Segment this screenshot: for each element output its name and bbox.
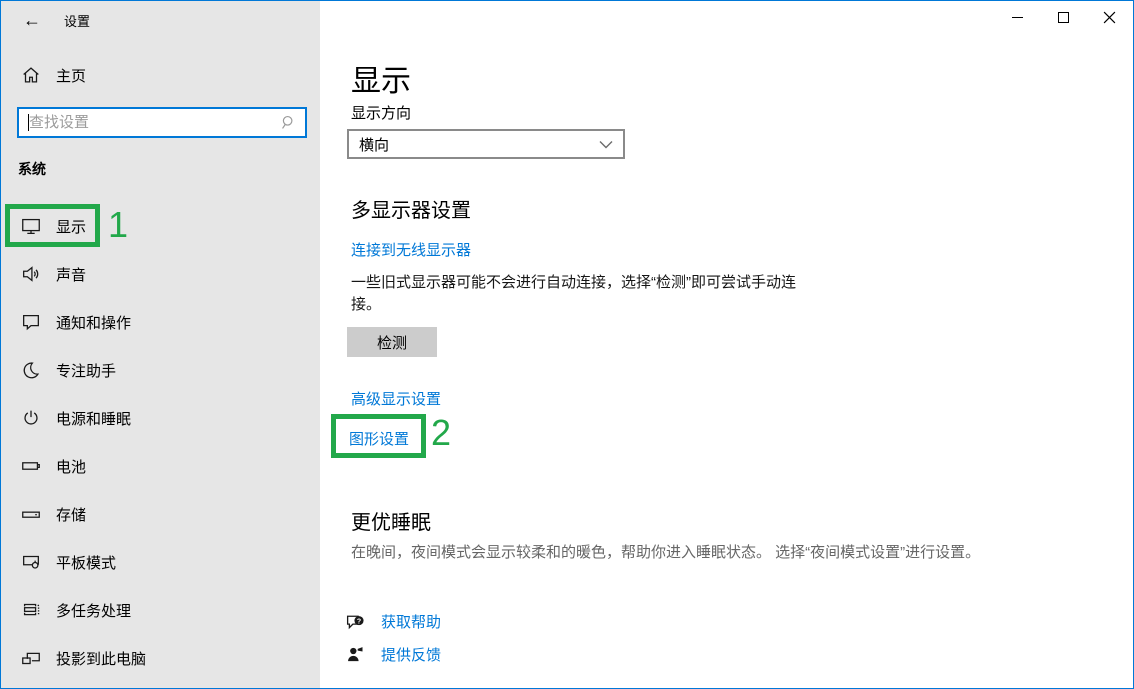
multi-display-heading: 多显示器设置	[351, 194, 471, 223]
detect-button[interactable]: 检测	[347, 327, 437, 357]
help-bubble-icon: ?	[345, 611, 366, 632]
sidebar-item-label: 多任务处理	[56, 600, 131, 621]
multitasking-icon	[20, 599, 42, 621]
page-title: 显示	[351, 56, 411, 100]
sidebar-item-label: 显示	[56, 216, 86, 237]
search-icon[interactable]	[280, 114, 297, 131]
close-icon	[1103, 11, 1116, 24]
sidebar: ← 设置 主页 系统	[1, 1, 320, 688]
night-light-heading: 更优睡眠	[351, 506, 431, 535]
display-icon	[20, 215, 42, 237]
feedback-label: 提供反馈	[381, 644, 441, 665]
sidebar-item-home[interactable]: 主页	[1, 59, 320, 91]
notifications-icon	[20, 311, 42, 333]
back-button[interactable]: ←	[15, 7, 49, 33]
sidebar-item-label: 专注助手	[56, 360, 116, 381]
feedback-person-icon	[345, 644, 366, 665]
sidebar-item-project-to-pc[interactable]: 投影到此电脑	[1, 634, 320, 682]
annotation-number-step1: 1	[108, 207, 128, 243]
search-input[interactable]	[29, 114, 280, 131]
advanced-display-settings-link[interactable]: 高级显示设置	[351, 388, 441, 409]
orientation-label: 显示方向	[351, 102, 411, 123]
sidebar-item-power-sleep[interactable]: 电源和睡眠	[1, 394, 320, 442]
orientation-value: 横向	[359, 134, 389, 155]
sidebar-item-label: 平板模式	[56, 552, 116, 573]
minimize-icon	[1012, 17, 1023, 18]
multi-display-description: 一些旧式显示器可能不会进行自动连接，选择“检测”即可尝试手动连接。	[351, 272, 806, 316]
maximize-icon	[1058, 12, 1069, 23]
sidebar-item-label: 存储	[56, 504, 86, 525]
sidebar-item-focus-assist[interactable]: 专注助手	[1, 346, 320, 394]
focus-assist-icon	[20, 359, 42, 381]
sidebar-item-label: 电池	[56, 456, 86, 477]
home-icon	[20, 64, 42, 86]
feedback-link[interactable]: 提供反馈	[345, 644, 441, 665]
sidebar-item-sound[interactable]: 声音	[1, 250, 320, 298]
back-arrow-icon: ←	[23, 10, 41, 31]
annotation-number-step2: 2	[431, 415, 451, 451]
sidebar-item-tablet-mode[interactable]: 平板模式	[1, 538, 320, 586]
sidebar-item-multitasking[interactable]: 多任务处理	[1, 586, 320, 634]
sidebar-item-label: 主页	[56, 65, 86, 86]
graphics-settings-link[interactable]: 图形设置	[349, 428, 409, 449]
sidebar-item-label: 投影到此电脑	[56, 648, 146, 669]
settings-window: ← 设置 主页 系统	[0, 0, 1134, 689]
minimize-button[interactable]	[994, 2, 1040, 32]
app-title: 设置	[64, 11, 90, 30]
storage-icon	[20, 503, 42, 525]
sidebar-item-battery[interactable]: 电池	[1, 442, 320, 490]
get-help-link[interactable]: ? 获取帮助	[345, 611, 441, 632]
sidebar-item-label: 声音	[56, 264, 86, 285]
orientation-dropdown[interactable]: 横向	[347, 129, 625, 159]
sidebar-item-label: 电源和睡眠	[56, 408, 131, 429]
close-button[interactable]	[1086, 2, 1132, 32]
sidebar-item-storage[interactable]: 存储	[1, 490, 320, 538]
project-to-pc-icon	[20, 647, 42, 669]
maximize-button[interactable]	[1040, 2, 1086, 32]
night-light-description: 在晚间，夜间模式会显示较柔和的暖色，帮助你进入睡眠状态。 选择“夜间模式设置”进…	[351, 541, 980, 562]
sidebar-section-system: 系统	[18, 159, 46, 179]
sidebar-nav: 显示 声音 通知和操作	[1, 202, 320, 682]
get-help-label: 获取帮助	[381, 611, 441, 632]
power-sleep-icon	[20, 407, 42, 429]
sound-icon	[20, 263, 42, 285]
sidebar-item-display[interactable]: 显示	[1, 202, 320, 250]
svg-text:?: ?	[357, 618, 361, 625]
search-box[interactable]	[17, 107, 307, 138]
connect-wireless-display-link[interactable]: 连接到无线显示器	[351, 239, 471, 260]
sidebar-item-label: 通知和操作	[56, 312, 131, 333]
chevron-down-icon	[599, 140, 613, 149]
tablet-mode-icon	[20, 551, 42, 573]
sidebar-item-notifications[interactable]: 通知和操作	[1, 298, 320, 346]
window-controls	[994, 2, 1132, 32]
battery-icon	[20, 455, 42, 477]
